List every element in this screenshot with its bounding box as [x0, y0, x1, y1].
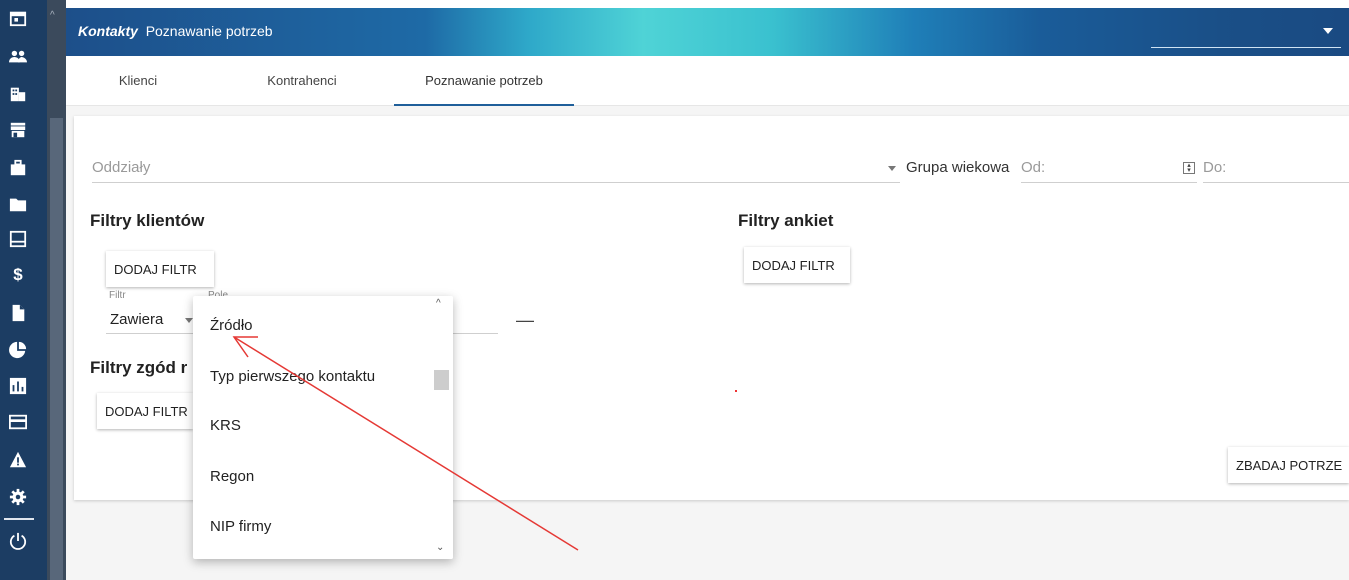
- field-dropdown-menu[interactable]: Źródło Typ pierwszego kontaktu KRS Regon…: [193, 296, 453, 559]
- survey-filters-title: Filtry ankiet: [738, 211, 834, 230]
- dropdown-scroll-down-icon[interactable]: ⌄: [436, 542, 444, 553]
- dropdown-option-typ-pierwszego-kontaktu[interactable]: Typ pierwszego kontaktu: [210, 368, 375, 385]
- tab-kontrahenci[interactable]: Kontrahenci: [210, 56, 394, 106]
- stray-red-dot: [735, 390, 737, 392]
- tab-bar: Klienci Kontrahenci Poznawanie potrzeb: [66, 56, 1349, 106]
- consent-filters-title: Filtry zgód r: [90, 358, 188, 377]
- app-root: ^ $ Kontakty Poznawanie potrzeb Klienci …: [0, 0, 1349, 580]
- dropdown-option-regon[interactable]: Regon: [210, 468, 254, 485]
- power-icon[interactable]: [8, 531, 28, 551]
- dollar-icon[interactable]: $: [8, 265, 28, 285]
- breadcrumb-module[interactable]: Kontakty: [78, 23, 138, 39]
- dropdown-option-nip-firmy[interactable]: NIP firmy: [210, 518, 271, 535]
- sidebar: ^ $: [0, 0, 66, 580]
- credit-card-icon[interactable]: [8, 412, 28, 432]
- age-from-input[interactable]: Od:: [1021, 159, 1045, 176]
- dropdown-option-zrodlo[interactable]: Źródło: [210, 317, 253, 334]
- filter-type-underline[interactable]: [106, 333, 194, 334]
- warning-icon[interactable]: [8, 450, 28, 470]
- app-header: Kontakty Poznawanie potrzeb: [66, 8, 1349, 56]
- sidebar-separator: [4, 518, 34, 520]
- consent-add-filter-button[interactable]: DODAJ FILTR: [97, 393, 193, 429]
- inbox-icon[interactable]: [8, 229, 28, 249]
- calendar-icon[interactable]: [8, 8, 28, 28]
- building-icon[interactable]: [8, 84, 28, 104]
- branches-select-placeholder[interactable]: Oddziały: [92, 159, 150, 176]
- folder-icon[interactable]: [8, 194, 28, 214]
- dropdown-option-krs[interactable]: KRS: [210, 417, 241, 434]
- filter-type-select[interactable]: Zawiera: [110, 311, 163, 328]
- client-filters-title: Filtry klientów: [90, 211, 205, 230]
- age-group-label: Grupa wiekowa: [906, 159, 1010, 176]
- sidebar-scroll-up-icon[interactable]: ^: [50, 10, 55, 21]
- dropdown-scrollbar[interactable]: ^ ⌄: [434, 296, 453, 559]
- remove-filter-button[interactable]: —: [516, 310, 534, 331]
- client-add-filter-button[interactable]: DODAJ FILTR: [106, 251, 214, 287]
- sidebar-scrollbar-thumb[interactable]: [50, 118, 63, 580]
- header-select[interactable]: [1151, 18, 1341, 48]
- age-from-underline[interactable]: [1021, 182, 1197, 183]
- filter-type-label: Filtr: [109, 290, 126, 301]
- field-select-underline[interactable]: [453, 333, 498, 334]
- branches-chevron-down-icon[interactable]: [888, 166, 896, 171]
- tab-poznawanie-potrzeb[interactable]: Poznawanie potrzeb: [394, 56, 574, 106]
- top-strip: [0, 0, 1349, 8]
- gear-icon[interactable]: [8, 487, 28, 507]
- store-icon[interactable]: [8, 120, 28, 140]
- briefcase-icon[interactable]: [8, 158, 28, 178]
- pie-chart-icon[interactable]: [8, 340, 28, 360]
- branches-select-underline[interactable]: [92, 182, 900, 183]
- filter-type-chevron-down-icon[interactable]: [185, 318, 193, 323]
- document-icon[interactable]: [8, 303, 28, 323]
- survey-add-filter-button[interactable]: DODAJ FILTR: [744, 247, 850, 283]
- breadcrumb-page: Poznawanie potrzeb: [145, 23, 273, 39]
- examine-needs-button[interactable]: ZBADAJ POTRZE: [1228, 447, 1349, 483]
- dropdown-scroll-up-icon[interactable]: ^: [436, 298, 441, 309]
- dropdown-scrollbar-thumb[interactable]: [434, 370, 449, 390]
- bar-chart-icon[interactable]: [8, 376, 28, 396]
- people-icon[interactable]: [8, 47, 28, 67]
- breadcrumb: Kontakty Poznawanie potrzeb: [78, 23, 273, 39]
- age-to-underline[interactable]: [1203, 182, 1349, 183]
- tab-klienci[interactable]: Klienci: [66, 56, 210, 106]
- chevron-down-icon[interactable]: [1323, 28, 1333, 34]
- age-to-input[interactable]: Do:: [1203, 159, 1226, 176]
- age-from-spinner-icon[interactable]: ▴ ▾: [1183, 162, 1195, 174]
